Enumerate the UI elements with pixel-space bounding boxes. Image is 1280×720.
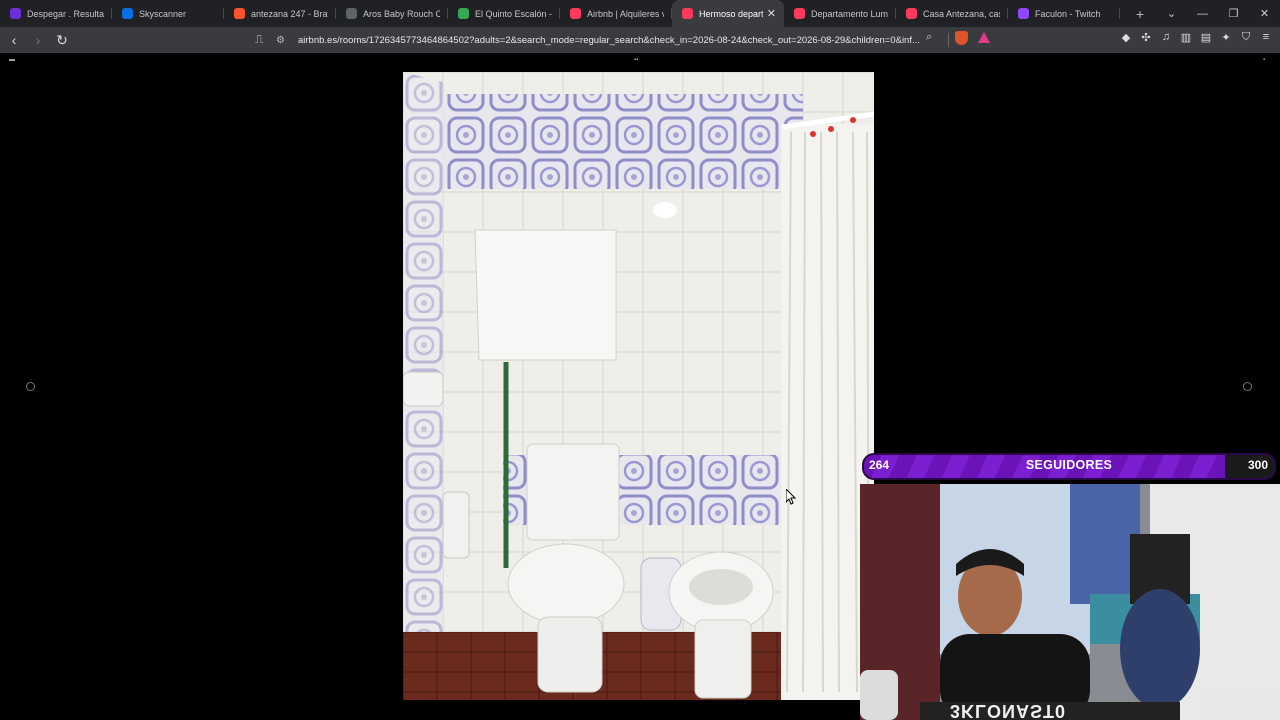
airbnb-icon [570,8,581,19]
restore-icon[interactable]: ❐ [1218,7,1249,20]
minimize-icon[interactable]: — [1187,8,1218,20]
tab-close-icon[interactable]: ✕ [767,7,776,20]
tab-0[interactable]: Despegar . Resultados [0,0,112,27]
skyscanner-icon [122,8,133,19]
extension-toolbar: ◆ ✣ ♫ ▥ ▤ ✦ ⛉ ≡ [1120,31,1272,44]
menu-icon[interactable]: ≡ [1260,31,1272,44]
tab-7[interactable]: Departamento Lumin [784,0,896,27]
webcam-illustration [860,484,1280,720]
tab-label: Faculon - Twitch [1035,8,1101,19]
brave-rewards-icon[interactable] [978,32,990,43]
bathroom-illustration [403,72,874,700]
viewer-share-hint[interactable]: ▪ [1263,57,1265,63]
url-text[interactable]: airbnb.es/rooms/1726345773464864502?adul… [298,35,996,46]
bathroom-photo [403,72,874,700]
tab-label: antezana 247 - Brave S [251,8,328,19]
brave-shields-icon[interactable] [955,31,968,45]
tab-label: Despegar . Resultados [27,8,104,19]
leo-ai-icon[interactable]: ✦ [1220,31,1232,44]
sidebar-icon[interactable]: ▥ [1180,31,1192,44]
window-controls: ⌄ — ❐ ✕ [1156,0,1280,27]
bookmark-icon[interactable]: ⎍ [255,32,263,47]
brave-icon [234,8,245,19]
tab-5[interactable]: Airbnb | Alquileres va [560,0,672,27]
followers-label: SEGUIDORES [1025,458,1113,472]
back-icon[interactable]: ‹ [4,32,24,48]
tab-label: El Quinto Escalón - Go [475,8,552,19]
tab-search-icon[interactable]: ⌄ [1156,7,1187,20]
twitch-icon [1018,8,1029,19]
tab-strip: Despegar . Resultados Skyscanner antezana … [0,0,1280,27]
tab-label: Skyscanner [139,8,187,19]
extensions-icon[interactable]: ✣ [1140,31,1152,44]
toolbar: ‹ › ↻ ⎍ ⚙ airbnb.es/rooms/17263457734648… [0,27,1280,53]
tab-label: Airbnb | Alquileres va [587,8,664,19]
viewer-close-hint[interactable]: ▬ [9,57,15,63]
airbnb-icon [906,8,917,19]
follower-goal-bar: 264 SEGUIDORES 300 [862,453,1276,480]
next-photo-button[interactable] [1243,382,1252,391]
tab-6[interactable]: Hermoso departa ✕ [672,0,784,27]
toolbar-separator [948,33,949,47]
forward-icon[interactable]: › [28,32,48,48]
tab-label: Aros Baby Rouch Clási [363,8,440,19]
airbnb-icon [682,8,693,19]
wallet-card-icon[interactable]: ▤ [1200,31,1212,44]
zoom-icon[interactable]: ⌕ [926,31,932,44]
tab-3[interactable]: Aros Baby Rouch Clási [336,0,448,27]
viewer-top-handle: ▪▪ [634,57,639,63]
maps-icon [458,8,469,19]
reload-icon[interactable]: ↻ [52,32,72,49]
globe-icon [346,8,357,19]
tab-9[interactable]: Faculon - Twitch [1008,0,1120,27]
tab-4[interactable]: El Quinto Escalón - Go [448,0,560,27]
tab-1[interactable]: Skyscanner [112,0,224,27]
new-tab-button[interactable]: + [1126,6,1154,22]
airbnb-icon [794,8,805,19]
address-bar[interactable]: ⚙ airbnb.es/rooms/1726345773464864502?ad… [276,30,996,50]
wallet-icon[interactable]: ◆ [1120,31,1132,44]
tab-label: Departamento Lumin [811,8,888,19]
site-info-icon[interactable]: ⚙ [276,35,290,46]
webcam-feed: 3KLONAST0 [860,484,1280,720]
previous-photo-button[interactable] [26,382,35,391]
close-window-icon[interactable]: ✕ [1249,7,1280,20]
cursor-icon [785,487,797,505]
followers-goal: 300 [1247,458,1268,472]
despegar-icon [10,8,21,19]
tab-2[interactable]: antezana 247 - Brave S [224,0,336,27]
tab-label: Casa Antezana, casa c [923,8,1000,19]
tab-8[interactable]: Casa Antezana, casa c [896,0,1008,27]
media-icon[interactable]: ♫ [1160,31,1172,44]
tab-label: Hermoso departa [699,8,763,19]
vpn-icon[interactable]: ⛉ [1240,31,1252,44]
webcam-mirrored-text: 3KLONAST0 [950,701,1067,720]
